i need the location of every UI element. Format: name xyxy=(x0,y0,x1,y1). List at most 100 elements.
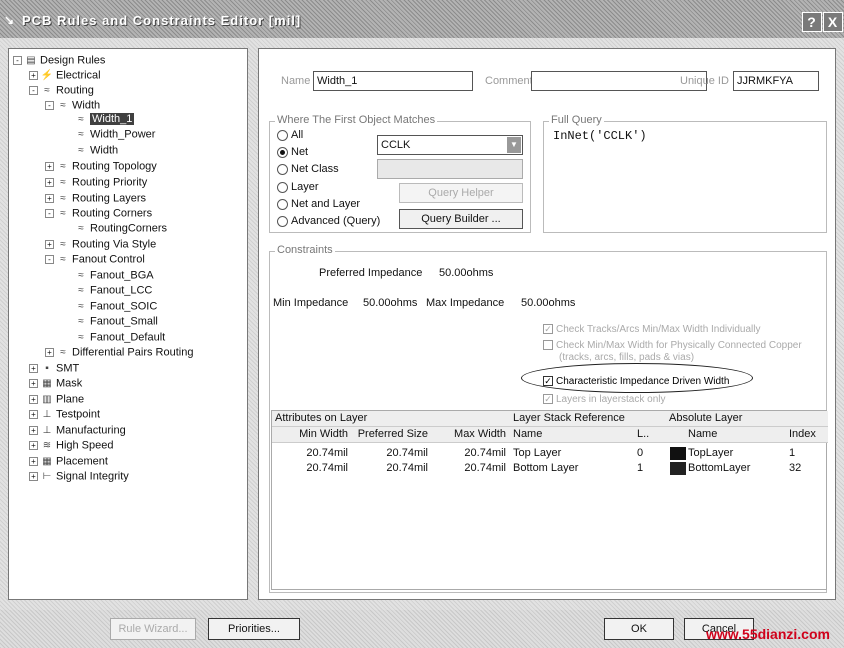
radio-circle-icon[interactable] xyxy=(277,146,288,158)
net-select[interactable]: CCLK ▼ xyxy=(377,135,523,155)
expand-icon[interactable]: + xyxy=(29,364,38,373)
checkmark-icon[interactable]: ✓ xyxy=(543,324,553,335)
expand-icon[interactable]: + xyxy=(29,410,38,419)
expand-icon[interactable]: + xyxy=(29,395,38,404)
table-column-header[interactable]: Index xyxy=(786,427,828,443)
collapse-icon[interactable]: - xyxy=(45,101,54,110)
expand-icon[interactable]: + xyxy=(29,426,38,435)
width-rule-icon: ≈ xyxy=(60,100,66,111)
expand-icon[interactable]: + xyxy=(45,194,54,203)
tree-item[interactable]: ≈ Width_Power xyxy=(61,127,155,142)
tree-item-label: High Speed xyxy=(56,439,114,452)
close-button[interactable]: X xyxy=(823,12,843,32)
tree-item[interactable]: + ⚡ Electrical xyxy=(29,68,101,83)
match-option-radio[interactable]: Net Class xyxy=(277,162,339,176)
tree-item[interactable]: ≈ Fanout_BGA xyxy=(61,268,153,283)
width-rule-icon: ≈ xyxy=(78,129,84,140)
tree-item[interactable]: + ≈ Routing Via Style xyxy=(45,237,156,252)
expand-icon[interactable]: + xyxy=(45,162,54,171)
tree-item[interactable]: - ≈ Fanout Control xyxy=(45,252,145,267)
tree-item[interactable]: - ≈ Width xyxy=(45,98,100,113)
dropdown-icon[interactable]: ▼ xyxy=(507,137,521,153)
tree-item[interactable]: ≈ Fanout_LCC xyxy=(61,283,152,298)
radio-circle-icon[interactable] xyxy=(277,163,288,175)
tree-item[interactable]: - ▤ Design Rules xyxy=(13,53,105,68)
match-option-radio[interactable]: Net and Layer xyxy=(277,197,360,211)
table-row[interactable]: 20.74mil 20.74mil 20.74mil Top Layer 0 TopLay… xyxy=(272,446,828,461)
title-bar[interactable]: ↘ PCB Rules and Constraints Editor [mil]… xyxy=(0,0,844,38)
table-column-header[interactable]: L.. xyxy=(634,427,666,443)
preferred-impedance-value[interactable]: 50.00ohms xyxy=(439,267,493,279)
expand-icon[interactable]: + xyxy=(29,472,38,481)
rules-tree[interactable]: - ▤ Design Rules + ⚡ Electrical - ≈ Routing - ≈ Wid… xyxy=(8,48,248,600)
tree-item-label: Fanout Control xyxy=(72,253,145,266)
expand-icon[interactable]: + xyxy=(29,379,38,388)
collapse-icon[interactable]: - xyxy=(29,86,38,95)
table-column-header[interactable]: Min Width xyxy=(272,427,352,443)
tree-item[interactable]: + ⊥ Testpoint xyxy=(29,407,100,422)
table-column-header[interactable]: Max Width xyxy=(432,427,510,443)
expand-icon[interactable]: + xyxy=(45,240,54,249)
expand-icon[interactable]: + xyxy=(29,457,38,466)
radio-circle-icon[interactable] xyxy=(277,215,288,227)
tree-item[interactable]: + ≈ Routing Layers xyxy=(45,191,146,206)
expand-icon[interactable]: + xyxy=(45,348,54,357)
match-option-radio[interactable]: Layer xyxy=(277,180,319,194)
table-cell: 20.74mil xyxy=(386,462,428,474)
net-class-select[interactable] xyxy=(377,159,523,179)
tree-item[interactable]: ≈ Width_1 xyxy=(61,112,135,127)
tree-item[interactable]: + ⊥ Manufacturing xyxy=(29,423,126,438)
query-builder-button[interactable]: Query Builder ... xyxy=(399,209,523,229)
rule-wizard-button[interactable]: Rule Wizard... xyxy=(110,618,196,640)
collapse-icon[interactable]: - xyxy=(45,209,54,218)
max-impedance-value[interactable]: 50.00ohms xyxy=(521,297,575,309)
table-row[interactable]: 20.74mil 20.74mil 20.74mil Bottom Layer 1 Bot… xyxy=(272,461,828,476)
expand-icon[interactable]: + xyxy=(45,178,54,187)
radio-circle-icon[interactable] xyxy=(277,198,288,210)
constraint-checkbox[interactable]: ✓ Check Tracks/Arcs Min/Max Width Individ… xyxy=(543,323,761,336)
collapse-icon[interactable]: - xyxy=(45,255,54,264)
constraint-checkbox[interactable]: ✓ Layers in layerstack only xyxy=(543,393,666,406)
tree-item-label: Differential Pairs Routing xyxy=(72,346,194,359)
tree-item[interactable]: ≈ Fanout_Small xyxy=(61,314,158,329)
tree-item[interactable]: ≈ RoutingCorners xyxy=(61,221,167,236)
tree-item[interactable]: + ≈ Differential Pairs Routing xyxy=(45,345,193,360)
tree-item[interactable]: ≈ Width xyxy=(61,143,118,158)
checkbox-empty-icon[interactable] xyxy=(543,340,553,351)
constraint-checkbox[interactable]: (tracks, arcs, fills, pads & vias) xyxy=(559,351,694,364)
radio-circle-icon[interactable] xyxy=(277,129,288,141)
tree-item[interactable]: ≈ Fanout_Default xyxy=(61,330,165,345)
min-impedance-value[interactable]: 50.00ohms xyxy=(363,297,417,309)
tree-item-label: Signal Integrity xyxy=(56,470,129,483)
tree-item[interactable]: - ≈ Routing Corners xyxy=(45,206,152,221)
full-query-text[interactable]: InNet('CCLK') xyxy=(553,129,647,143)
collapse-icon[interactable]: - xyxy=(13,56,22,65)
expand-icon[interactable]: + xyxy=(29,441,38,450)
expand-icon[interactable]: + xyxy=(29,71,38,80)
ok-button[interactable]: OK xyxy=(604,618,674,640)
table-column-header[interactable]: Name xyxy=(666,427,786,443)
uniqueid-input[interactable]: JJRMKFYA xyxy=(733,71,819,91)
tree-item[interactable]: + ≈ Routing Topology xyxy=(45,159,157,174)
table-column-header[interactable]: Name xyxy=(510,427,634,443)
tree-item[interactable]: ≈ Fanout_SOIC xyxy=(61,299,157,314)
match-option-radio[interactable]: Advanced (Query) xyxy=(277,214,380,228)
priorities-button[interactable]: Priorities... xyxy=(208,618,300,640)
tree-item[interactable]: - ≈ Routing xyxy=(29,83,94,98)
tree-item[interactable]: + ≈ Routing Priority xyxy=(45,175,147,190)
match-option-radio[interactable]: All xyxy=(277,128,303,142)
tree-item-label: Routing xyxy=(56,84,94,97)
name-input[interactable]: Width_1 xyxy=(313,71,473,91)
tree-item[interactable]: + ≋ High Speed xyxy=(29,438,114,453)
tree-item[interactable]: + ▥ Plane xyxy=(29,392,84,407)
tree-item[interactable]: + ▪ SMT xyxy=(29,361,79,376)
table-column-header[interactable]: Preferred Size xyxy=(352,427,432,443)
tree-item[interactable]: + ▦ Mask xyxy=(29,376,82,391)
radio-circle-icon[interactable] xyxy=(277,181,288,193)
help-button[interactable]: ? xyxy=(802,12,822,32)
match-option-radio[interactable]: Net xyxy=(277,145,308,159)
query-helper-button[interactable]: Query Helper xyxy=(399,183,523,203)
tree-item[interactable]: + ▦ Placement xyxy=(29,454,108,469)
checkmark-icon[interactable]: ✓ xyxy=(543,394,553,405)
tree-item[interactable]: + ⊢ Signal Integrity xyxy=(29,469,129,484)
